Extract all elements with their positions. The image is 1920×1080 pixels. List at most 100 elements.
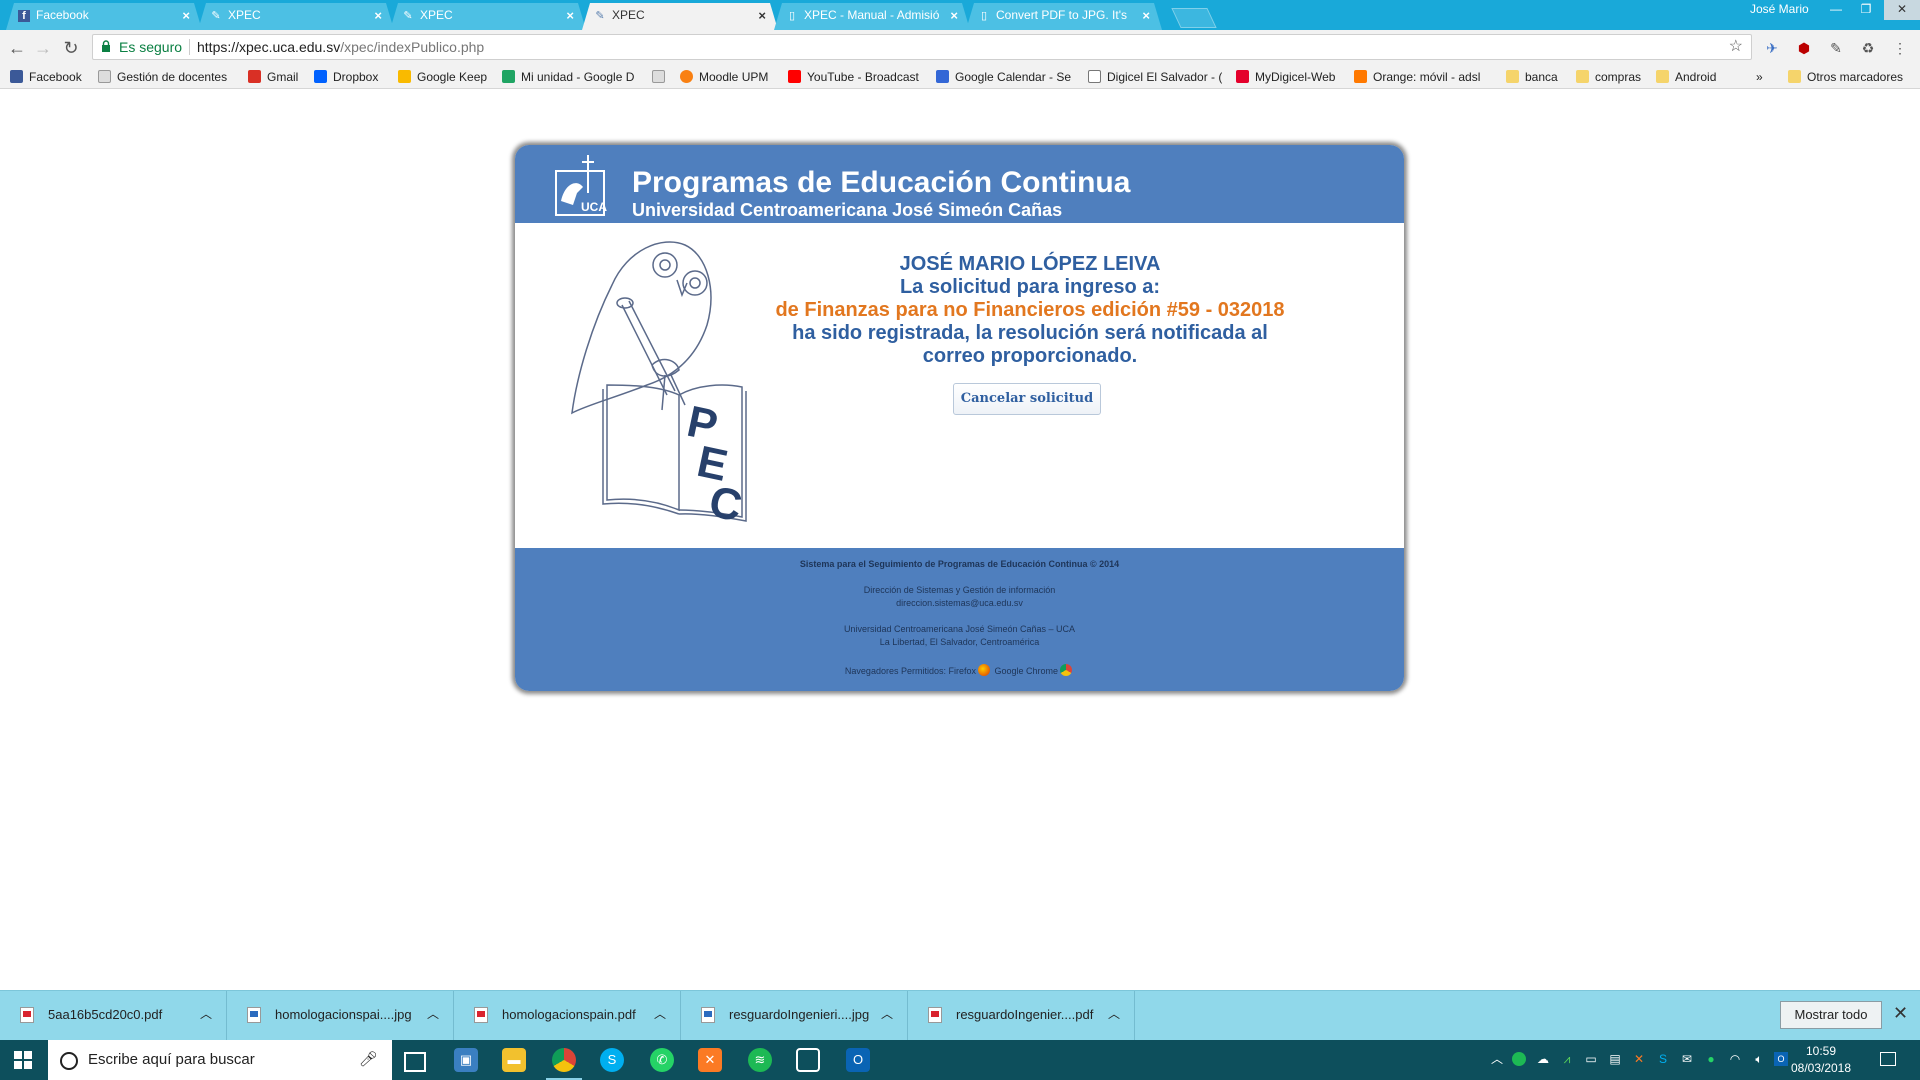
volume-icon[interactable]: 🔈︎ [1752,1052,1766,1066]
notifications-icon[interactable] [1880,1052,1896,1066]
tab-title: XPEC - Manual - Admisió [804,8,940,22]
ublock-icon[interactable]: ⬢ [1794,38,1814,58]
divider [189,39,190,55]
tab-facebook[interactable]: f Facebook × [6,3,202,30]
download-item[interactable]: resguardoIngenier....pdf ︿ [908,991,1135,1041]
chevron-up-icon[interactable]: ︿ [881,1005,893,1022]
minimize-button[interactable]: — [1822,0,1850,20]
microphone-icon[interactable]: 🎤︎ [359,1040,378,1080]
chevron-up-icon[interactable]: ︿ [200,1005,212,1022]
bookmark-folder-compras[interactable]: compras [1576,68,1648,86]
taskbar-clock[interactable]: 10:59 08/03/2018 [1786,1043,1856,1077]
recycle-icon[interactable]: ♻ [1858,38,1878,58]
bookmark-mydigicel[interactable]: MyDigicel-Web [1236,68,1346,86]
close-icon[interactable]: × [182,3,190,28]
menu-icon[interactable]: ⋮ [1890,38,1910,58]
bookmark-unnamed[interactable] [652,68,672,86]
url-path: /xpec/indexPublico.php [340,39,485,55]
chevron-up-icon[interactable]: ︿ [427,1005,439,1022]
mail-icon[interactable]: ✉ [1680,1052,1694,1066]
bookmark-facebook[interactable]: Facebook [10,68,90,86]
cancel-request-button[interactable]: Cancelar solicitud [953,383,1101,415]
chevron-up-icon[interactable]: ︿ [1490,1052,1504,1066]
windows-start-icon[interactable] [14,1051,32,1069]
bookmark-star-icon[interactable]: ☆ [1729,35,1743,59]
tab-xpec-2[interactable]: ✎ XPEC × [390,3,586,30]
close-icon[interactable]: ✕ [1893,1003,1908,1024]
chevron-up-icon[interactable]: ︿ [1108,1005,1120,1022]
whatsapp-tray-icon[interactable]: ● [1704,1052,1718,1066]
tab-title: XPEC [612,8,645,22]
close-icon[interactable]: × [950,3,958,28]
bookmark-dropbox[interactable]: Dropbox [314,68,390,86]
back-icon[interactable]: ← [6,37,28,59]
restore-button[interactable]: ❐ [1852,0,1880,20]
battery-icon[interactable]: ▭ [1584,1052,1598,1066]
extension-icon[interactable]: ✈ [1762,38,1782,58]
computer-icon[interactable]: ▤ [1608,1052,1622,1066]
spotify-tray-icon[interactable] [1512,1052,1526,1066]
bookmark-google-drive[interactable]: Mi unidad - Google D [502,68,638,86]
store-icon[interactable]: ▣ [454,1048,478,1072]
close-icon[interactable]: × [566,3,574,28]
forward-icon[interactable]: → [32,37,54,59]
cloud-icon[interactable]: ☁ [1536,1052,1550,1066]
bookmark-gestion-docentes[interactable]: Gestión de docentes [98,68,230,86]
tab-xpec-1[interactable]: ✎ XPEC × [198,3,394,30]
outlook-icon[interactable]: O [846,1048,870,1072]
wifi-icon[interactable]: ◠ [1728,1052,1742,1066]
taskbar-search-box[interactable]: Escribe aquí para buscar 🎤︎ [48,1040,392,1080]
pec-card: UCA Programas de Educación Continua Univ… [515,145,1404,691]
xampp-tray-icon[interactable]: ✕ [1632,1052,1646,1066]
bookmark-orange[interactable]: Orange: móvil - adsl [1354,68,1488,86]
bookmark-gmail[interactable]: Gmail [248,68,304,86]
lock-icon [102,40,110,52]
address-bar[interactable]: Es seguro https://xpec.uca.edu.sv/xpec/i… [92,34,1752,60]
bookmark-folder-banca[interactable]: banca [1506,68,1566,86]
skype-icon[interactable]: S [600,1048,624,1072]
tab-convert-pdf[interactable]: ▯ Convert PDF to JPG. It's × [966,3,1162,30]
bookmark-label: Google Calendar - Se [955,70,1072,84]
close-icon[interactable]: × [758,3,766,28]
bookmark-folder-otros[interactable]: Otros marcadores [1788,68,1914,86]
reload-icon[interactable]: ↻ [60,37,82,59]
xampp-icon[interactable]: ✕ [698,1048,722,1072]
bookmark-label: Digicel El Salvador - ( [1107,70,1222,84]
profile-name[interactable]: José Mario [1750,2,1809,16]
download-item[interactable]: homologacionspai....jpg ︿ [227,991,454,1041]
page-icon [98,70,111,83]
bookmarks-overflow[interactable]: » [1756,68,1770,86]
signal-icon[interactable]: ⩘ [1560,1052,1574,1066]
skype-tray-icon[interactable]: S [1656,1052,1670,1066]
tab-xpec-manual[interactable]: ▯ XPEC - Manual - Admisió × [774,3,970,30]
bookmark-google-calendar[interactable]: Google Calendar - Se [936,68,1072,86]
task-view-icon[interactable] [404,1052,426,1072]
bookmark-folder-android[interactable]: Android [1656,68,1728,86]
chevron-up-icon[interactable]: ︿ [654,1005,666,1022]
download-item[interactable]: 5aa16b5cd20c0.pdf ︿ [0,991,227,1041]
bookmark-google-keep[interactable]: Google Keep [398,68,492,86]
footer-title: Sistema para el Seguimiento de Programas… [799,559,1120,569]
file-explorer-icon[interactable]: ▬ [502,1048,526,1072]
new-tab-button[interactable] [1171,8,1217,28]
bookmark-moodle[interactable]: Moodle UPM [680,68,780,86]
bookmark-digicel[interactable]: Digicel El Salvador - ( [1088,68,1222,86]
bookmark-label: Gestión de docentes [117,70,228,84]
bookmark-youtube[interactable]: YouTube - Broadcast [788,68,924,86]
virtualbox-icon[interactable] [796,1048,820,1072]
card-footer: Sistema para el Seguimiento de Programas… [515,548,1404,691]
whatsapp-icon[interactable]: ✆ [650,1048,674,1072]
show-all-downloads-button[interactable]: Mostrar todo [1780,1001,1882,1029]
close-icon[interactable]: × [1142,3,1150,28]
url-text[interactable]: https://xpec.uca.edu.sv/xpec/indexPublic… [197,35,484,59]
close-icon[interactable]: × [374,3,382,28]
download-item[interactable]: homologacionspain.pdf ︿ [454,991,681,1041]
spotify-icon[interactable]: ≋ [748,1048,772,1072]
edit-extension-icon[interactable]: ✎ [1826,38,1846,58]
download-item[interactable]: resguardoIngenieri....jpg ︿ [681,991,908,1041]
windows-taskbar: Escribe aquí para buscar 🎤︎ ▣ ▬ S ✆ ✕ ≋ … [0,1040,1920,1080]
message-line-1: La solicitud para ingreso a: [899,276,1161,298]
chrome-icon[interactable] [546,1048,582,1080]
close-window-button[interactable]: ✕ [1884,0,1920,20]
tab-xpec-active[interactable]: ✎ XPEC × [582,3,778,30]
